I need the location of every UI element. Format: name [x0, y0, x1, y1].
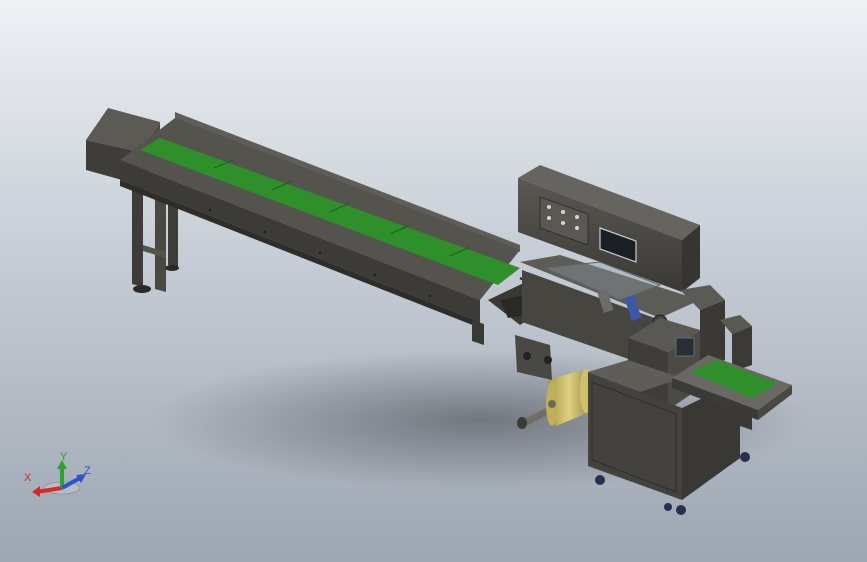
- cad-viewport[interactable]: X Y Z: [0, 0, 867, 562]
- machine-model[interactable]: X Y Z: [0, 0, 867, 562]
- y-axis-label: Y: [60, 451, 68, 463]
- infeed-conveyor: [120, 112, 520, 345]
- axis-triad: X Y Z: [24, 451, 91, 497]
- z-axis-label: Z: [84, 465, 91, 477]
- x-axis-label: X: [24, 472, 32, 484]
